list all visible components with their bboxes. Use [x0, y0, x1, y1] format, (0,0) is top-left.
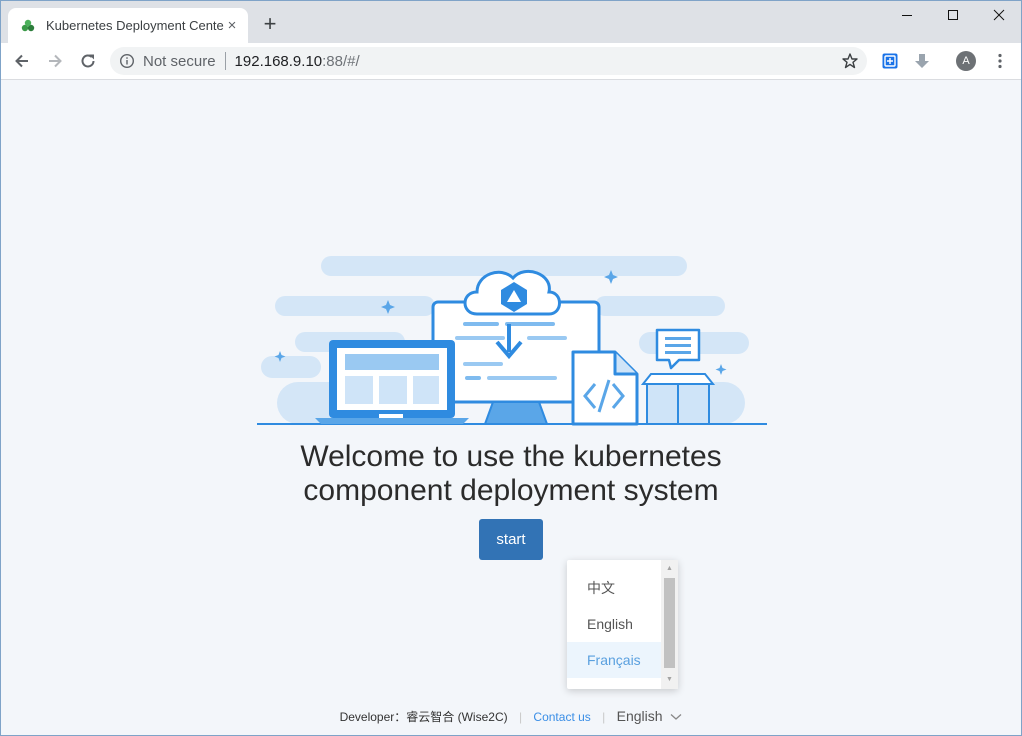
- reload-icon: [81, 54, 95, 68]
- scrollbar-thumb[interactable]: [664, 578, 675, 668]
- forward-arrow-icon: [49, 54, 62, 68]
- welcome-line-1: Welcome to use the kubernetes: [300, 440, 722, 473]
- extension-translate-button[interactable]: [880, 51, 900, 71]
- scroll-up-icon[interactable]: ▲: [661, 562, 678, 576]
- profile-avatar[interactable]: A: [956, 51, 976, 71]
- footer-divider: |: [518, 710, 523, 724]
- dropdown-scrollbar[interactable]: ▲ ▼: [661, 560, 678, 689]
- bookmark-star-icon[interactable]: [841, 52, 859, 70]
- address-bar[interactable]: Not secure 192.168.9.10 :88/#/: [110, 47, 867, 75]
- developer-credit: Developer：睿云智合 (Wise2C): [339, 710, 508, 724]
- new-tab-button[interactable]: +: [258, 13, 282, 37]
- welcome-heading: Welcome to use the kubernetes component …: [1, 440, 1021, 508]
- close-icon: [993, 9, 1005, 21]
- browser-toolbar: Not secure 192.168.9.10 :88/#/ A: [0, 43, 1022, 80]
- language-option-chinese[interactable]: 中文: [567, 570, 661, 606]
- language-selector[interactable]: English: [617, 708, 683, 724]
- address-separator: [224, 52, 226, 70]
- reload-button[interactable]: [76, 49, 100, 73]
- minimize-icon: [902, 15, 912, 16]
- kubernetes-favicon-icon: [21, 19, 35, 31]
- tab-strip: Kubernetes Deployment Cente × +: [0, 0, 1022, 43]
- extension-download-button[interactable]: [912, 51, 932, 71]
- scroll-down-icon[interactable]: ▼: [661, 673, 678, 687]
- contact-us-link[interactable]: Contact us: [533, 710, 590, 724]
- close-window-button[interactable]: [976, 0, 1022, 30]
- more-menu-icon[interactable]: [990, 51, 1010, 71]
- tab-close-icon[interactable]: ×: [224, 17, 240, 34]
- forward-button[interactable]: [43, 49, 67, 73]
- back-button[interactable]: [10, 49, 34, 73]
- footer-divider: |: [602, 710, 606, 724]
- language-option-french[interactable]: Français: [567, 642, 661, 678]
- security-label[interactable]: Not secure: [143, 53, 216, 70]
- browser-tab[interactable]: Kubernetes Deployment Cente ×: [8, 8, 248, 43]
- maximize-button[interactable]: [930, 0, 976, 30]
- translate-extension-icon: [882, 53, 898, 69]
- welcome-line-2: component deployment system: [303, 474, 719, 507]
- language-option-english[interactable]: English: [567, 606, 661, 642]
- tab-title: Kubernetes Deployment Cente: [46, 18, 224, 33]
- minimize-button[interactable]: [884, 0, 930, 30]
- page-content: Welcome to use the kubernetes component …: [1, 80, 1021, 735]
- download-extension-icon: [915, 54, 929, 68]
- start-button[interactable]: start: [479, 519, 543, 560]
- maximize-icon: [948, 10, 958, 20]
- deployment-illustration: [257, 256, 767, 426]
- language-selector-label: English: [616, 708, 663, 724]
- back-arrow-icon: [15, 54, 28, 68]
- url-host: 192.168.9.10: [234, 52, 323, 70]
- url-path: :88/#/: [322, 52, 360, 70]
- language-dropdown-menu: 中文 English Français ▲ ▼: [567, 560, 678, 689]
- info-icon[interactable]: [119, 53, 135, 69]
- page-footer: Developer：睿云智合 (Wise2C) | Contact us | E…: [1, 708, 1021, 725]
- chevron-down-icon: [670, 714, 682, 720]
